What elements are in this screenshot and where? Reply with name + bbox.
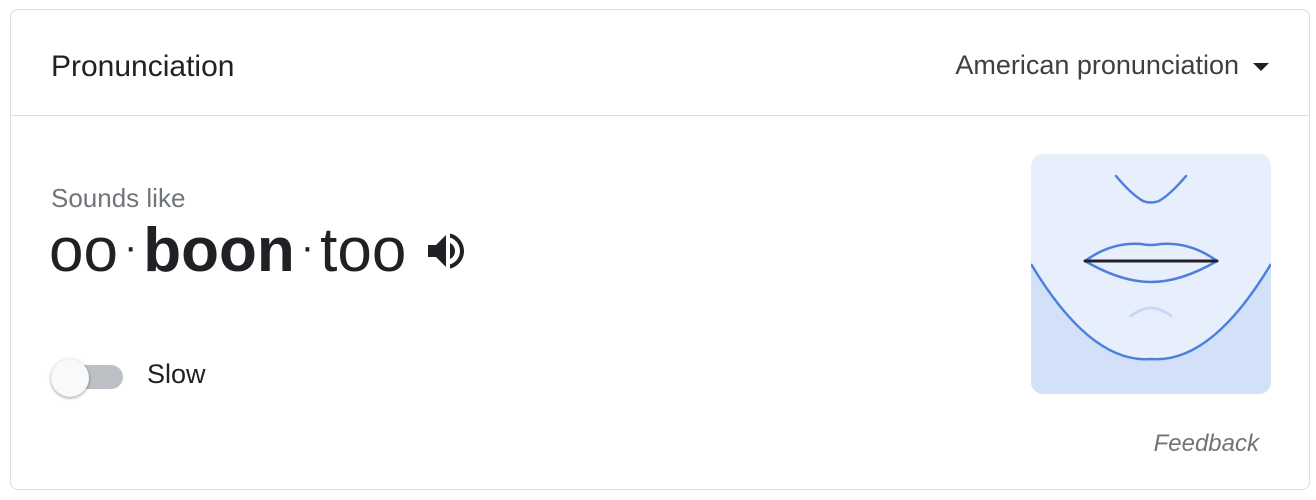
feedback-link[interactable]: Feedback bbox=[1154, 430, 1259, 458]
mouth-illustration bbox=[1031, 154, 1271, 394]
syllable: too bbox=[320, 216, 407, 285]
toggle-thumb bbox=[51, 359, 89, 397]
syllable: oo bbox=[49, 216, 118, 285]
accent-dropdown-label: American pronunciation bbox=[955, 50, 1239, 80]
caret-down-icon bbox=[1253, 62, 1269, 71]
slow-toggle-label: Slow bbox=[147, 359, 206, 389]
slow-toggle[interactable] bbox=[51, 359, 125, 397]
sounds-like-label: Sounds like bbox=[51, 183, 186, 213]
play-pronunciation-button[interactable] bbox=[420, 225, 472, 277]
stressed-syllable: boon bbox=[143, 216, 295, 285]
volume-up-icon bbox=[428, 233, 465, 269]
phonetic-spelling: oo · boon · too bbox=[49, 220, 472, 282]
accent-dropdown[interactable]: American pronunciation bbox=[955, 50, 1269, 81]
card-title: Pronunciation bbox=[51, 50, 235, 83]
pronunciation-card: Pronunciation American pronunciation Sou… bbox=[10, 9, 1310, 490]
mouth-icon bbox=[1031, 154, 1271, 394]
card-header: Pronunciation American pronunciation bbox=[11, 10, 1309, 116]
syllable-separator: · bbox=[300, 225, 315, 269]
syllable-separator: · bbox=[123, 225, 138, 269]
